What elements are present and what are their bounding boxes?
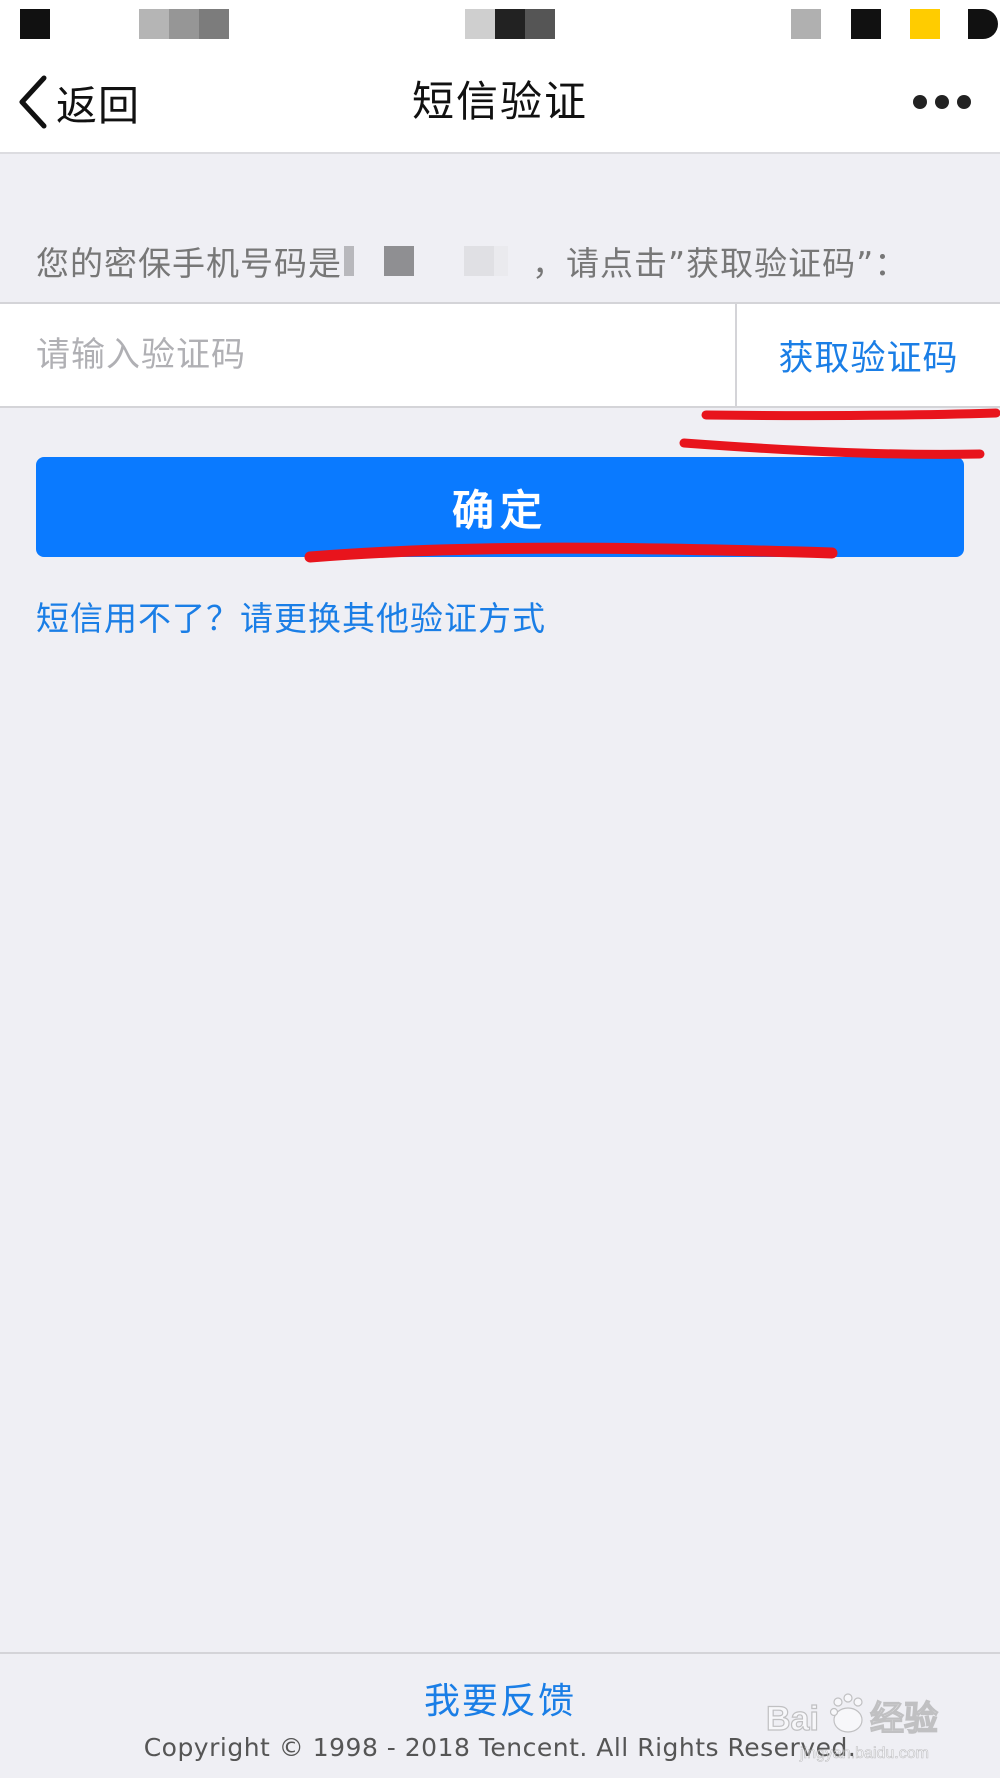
sms-verification-page: 返回 短信验证 您的密保手机号码是 ，请点击”获取验证码”： 获取验证码 确定 … — [0, 0, 1000, 1778]
status-battery-cap — [968, 9, 998, 39]
status-time-block — [465, 9, 495, 39]
prompt-suffix: ，请点击”获取验证码”： — [532, 244, 909, 283]
status-time-block — [495, 9, 525, 39]
svg-text:Bai: Bai — [766, 1700, 819, 1738]
status-signal-icon — [20, 9, 50, 39]
get-code-button[interactable]: 获取验证码 — [737, 304, 1000, 406]
phone-prompt: 您的密保手机号码是 ，请点击”获取验证码”： — [36, 236, 908, 286]
confirm-button[interactable]: 确定 — [36, 457, 964, 557]
alternative-verification-link[interactable]: 短信用不了？请更换其他验证方式 — [36, 592, 546, 640]
baidu-jingyan-watermark: Bai 经验 jingyan.baidu.com — [765, 1693, 939, 1762]
code-input-row: 获取验证码 — [0, 302, 1000, 408]
prompt-prefix: 您的密保手机号码是 — [36, 244, 342, 283]
svg-text:经验: 经验 — [870, 1699, 938, 1739]
page-title: 短信验证 — [411, 77, 588, 126]
status-carrier-block — [139, 9, 169, 39]
status-carrier-block — [169, 9, 199, 39]
status-bar — [0, 0, 1000, 50]
more-button[interactable] — [910, 86, 974, 118]
nav-bar: 返回 短信验证 — [0, 50, 1000, 154]
verification-code-input[interactable] — [0, 304, 735, 406]
status-battery-icon — [910, 9, 940, 39]
more-horizontal-icon — [913, 95, 971, 109]
status-battery-text — [851, 9, 881, 39]
status-time-block — [525, 9, 555, 39]
masked-phone-number — [344, 244, 530, 278]
svg-text:jingyan.baidu.com: jingyan.baidu.com — [799, 1745, 929, 1762]
status-carrier-block — [199, 9, 229, 39]
status-alarm-icon — [791, 9, 821, 39]
footer-divider — [0, 1652, 1000, 1654]
